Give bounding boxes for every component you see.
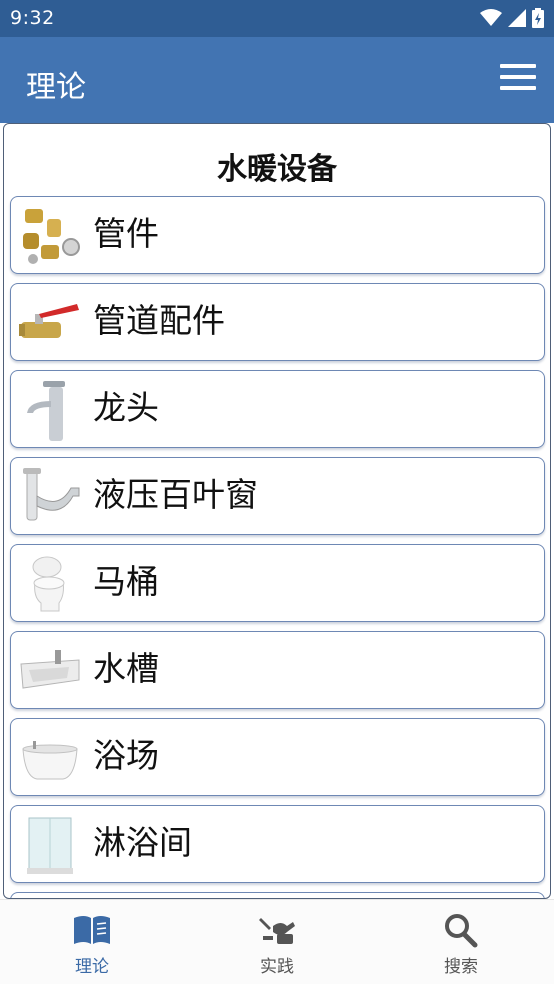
battery-icon: [532, 8, 544, 28]
list-item[interactable]: 水槽: [10, 631, 545, 709]
list-item[interactable]: 浴场: [10, 718, 545, 796]
list-item[interactable]: 管件: [10, 196, 545, 274]
list-item[interactable]: 马桶: [10, 544, 545, 622]
nav-search-label: 搜索: [444, 957, 478, 977]
content-panel: 水暖设备 管件 管道配件 龙头 液压百叶窗 马桶 水槽 浴场 淋浴间: [3, 123, 551, 899]
shower-cabin-icon: [27, 817, 73, 874]
status-icons: [480, 8, 544, 28]
tools-icon: [259, 918, 295, 944]
nav-practice[interactable]: 实践: [217, 912, 337, 977]
menu-icon[interactable]: [500, 64, 536, 94]
item-label: 管道配件: [93, 301, 225, 340]
book-icon: [74, 916, 110, 944]
item-label: 管件: [93, 214, 159, 253]
app-bar: 理论: [0, 37, 554, 123]
item-label: 马桶: [93, 562, 159, 601]
list-item[interactable]: 管道配件: [10, 283, 545, 361]
nav-theory[interactable]: 理论: [32, 912, 152, 977]
list-item[interactable]: 淋浴间: [10, 805, 545, 883]
app-title: 理论: [26, 70, 86, 105]
bottom-navigation: 理论 实践 搜索: [0, 899, 554, 984]
nav-theory-label: 理论: [75, 957, 109, 977]
nav-practice-label: 实践: [260, 957, 294, 977]
nav-search[interactable]: 搜索: [401, 912, 521, 977]
ball-valve-icon: [19, 304, 79, 338]
list-item[interactable]: 液压百叶窗: [10, 457, 545, 535]
item-label: 液压百叶窗: [93, 475, 258, 514]
item-label: 龙头: [93, 388, 159, 427]
search-icon: [445, 914, 478, 948]
item-label: 浴场: [93, 736, 159, 775]
list-item[interactable]: [10, 892, 545, 898]
fittings-icon: [23, 209, 80, 264]
status-bar: 9:32: [0, 0, 554, 37]
section-title: 水暖设备: [217, 152, 337, 187]
item-label: 淋浴间: [93, 823, 192, 862]
list-item[interactable]: 龙头: [10, 370, 545, 448]
wifi-icon: [480, 9, 502, 26]
status-time: 9:32: [10, 7, 55, 29]
sink-icon: [20, 650, 80, 689]
toilet-icon: [32, 556, 65, 612]
siphon-icon: [23, 468, 80, 521]
faucet-icon: [27, 381, 65, 441]
bathtub-icon: [22, 741, 78, 780]
signal-icon: [508, 9, 526, 27]
item-label: 水槽: [93, 649, 159, 688]
